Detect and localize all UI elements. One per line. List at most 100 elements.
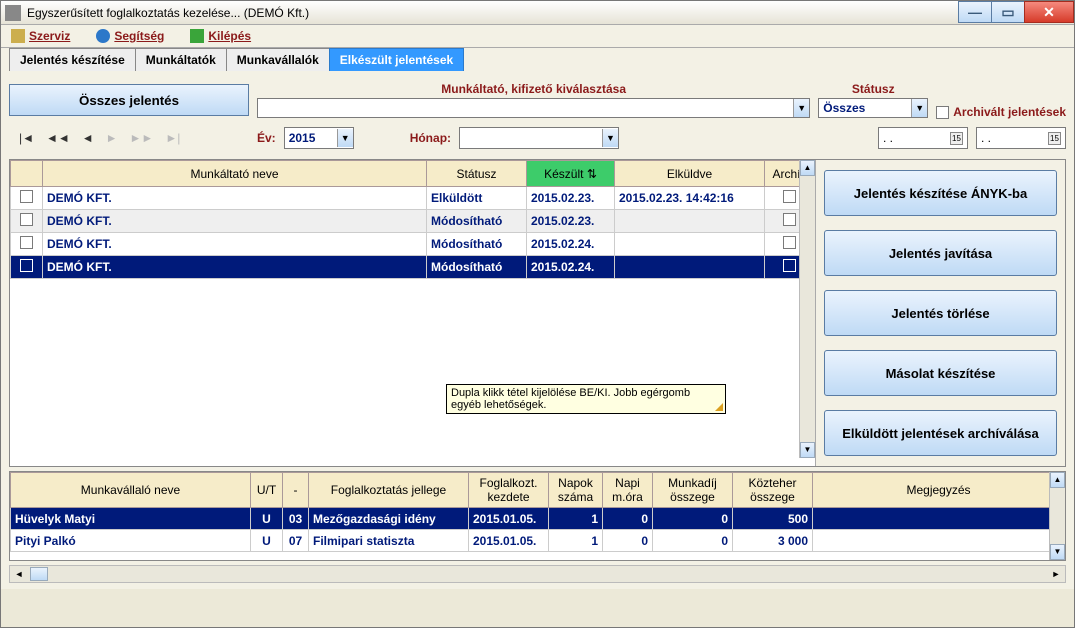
col-created[interactable]: Készült ⇅	[527, 161, 615, 187]
wrench-icon	[11, 29, 25, 43]
scroll-down-icon[interactable]: ▼	[1050, 544, 1065, 560]
col-note[interactable]: Megjegyzés	[813, 473, 1065, 508]
maximize-button[interactable]: ▭	[991, 1, 1025, 23]
month-select[interactable]: ▼	[459, 127, 619, 149]
calendar-icon[interactable]: 15	[1048, 132, 1061, 145]
scroll-right-icon[interactable]: ►	[1047, 569, 1065, 579]
checkbox-icon[interactable]	[783, 190, 796, 203]
tab-munkaltatok[interactable]: Munkáltatók	[135, 48, 227, 71]
archived-checkbox[interactable]	[936, 106, 949, 119]
scroll-up-icon[interactable]: ▲	[1050, 472, 1065, 488]
nav-prev-icon[interactable]: ◄	[82, 131, 94, 145]
date-to-input[interactable]: . . 15	[976, 127, 1066, 149]
row-checkbox-cell[interactable]	[11, 256, 43, 279]
table-row[interactable]: DEMÓ KFT.Elküldött2015.02.23.2015.02.23.…	[11, 187, 815, 210]
col-hours[interactable]: Napi m.óra	[603, 473, 653, 508]
cell: 3 000	[733, 530, 813, 552]
cell-created: 2015.02.24.	[527, 233, 615, 256]
table-row[interactable]: DEMÓ KFT.Módosítható2015.02.23.	[11, 210, 815, 233]
tab-munkavallalok[interactable]: Munkavállalók	[226, 48, 330, 71]
cell: 2015.01.05.	[469, 508, 549, 530]
year-select[interactable]: 2015▼	[284, 127, 354, 149]
month-label: Hónap:	[410, 131, 451, 145]
checkbox-icon[interactable]	[20, 259, 33, 272]
tab-elkeszult-jelentesek[interactable]: Elkészült jelentések	[329, 48, 464, 71]
nav-next-icon[interactable]: ►	[106, 131, 118, 145]
content-area: Összes jelentés Munkáltató, kifizető kiv…	[1, 71, 1074, 589]
nav-first-icon[interactable]: |◄	[19, 131, 34, 145]
row-checkbox-cell[interactable]	[11, 187, 43, 210]
btn-delete-report[interactable]: Jelentés törlése	[824, 290, 1057, 336]
nav-next-page-icon[interactable]: ►►	[130, 131, 154, 145]
cell-employer: DEMÓ KFT.	[43, 187, 427, 210]
checkbox-icon[interactable]	[20, 213, 33, 226]
record-nav: |◄ ◄◄ ◄ ► ►► ►|	[9, 131, 249, 145]
checkbox-icon[interactable]	[20, 236, 33, 249]
filter-row-2: |◄ ◄◄ ◄ ► ►► ►| Év: 2015▼ Hónap: ▼ . . 1…	[9, 123, 1066, 153]
all-reports-button[interactable]: Összes jelentés	[9, 84, 249, 116]
checkbox-icon[interactable]	[783, 213, 796, 226]
table-row[interactable]: Hüvelyk MatyiU03Mezőgazdasági idény2015.…	[11, 508, 1065, 530]
cell: 1	[549, 530, 603, 552]
cell-created: 2015.02.23.	[527, 210, 615, 233]
btn-archive-sent[interactable]: Elküldött jelentések archíválása	[824, 410, 1057, 456]
table-row[interactable]: DEMÓ KFT.Módosítható2015.02.24.	[11, 233, 815, 256]
chevron-down-icon: ▼	[911, 99, 927, 117]
window-controls: — ▭ ✕	[959, 1, 1074, 23]
cell: 0	[653, 530, 733, 552]
table-row[interactable]: DEMÓ KFT.Módosítható2015.02.24.	[11, 256, 815, 279]
table-row[interactable]: Pityi PalkóU07Filmipari statiszta2015.01…	[11, 530, 1065, 552]
nav-last-icon[interactable]: ►|	[165, 131, 180, 145]
cell	[813, 508, 1065, 530]
col-dash[interactable]: -	[283, 473, 309, 508]
checkbox-icon[interactable]	[783, 259, 796, 272]
cell-status: Elküldött	[427, 187, 527, 210]
vertical-scrollbar[interactable]: ▲ ▼	[1049, 472, 1065, 560]
cell: Filmipari statiszta	[309, 530, 469, 552]
vertical-scrollbar[interactable]: ▲ ▼	[799, 160, 815, 458]
col-check[interactable]	[11, 161, 43, 187]
sort-icon: ⇅	[587, 167, 597, 181]
btn-make-anyk[interactable]: Jelentés készítése ÁNYK-ba	[824, 170, 1057, 216]
btn-edit-report[interactable]: Jelentés javítása	[824, 230, 1057, 276]
tab-bar: Jelentés készítése Munkáltatók Munkaváll…	[1, 48, 1074, 71]
btn-copy-report[interactable]: Másolat készítése	[824, 350, 1057, 396]
col-tax[interactable]: Közteher összege	[733, 473, 813, 508]
tab-jelentes-keszitese[interactable]: Jelentés készítése	[9, 48, 136, 71]
row-checkbox-cell[interactable]	[11, 233, 43, 256]
col-wage[interactable]: Munkadíj összege	[653, 473, 733, 508]
menu-kilepes[interactable]: Kilépés	[190, 29, 251, 43]
chevron-down-icon: ▼	[793, 99, 809, 117]
col-emp-type[interactable]: Foglalkoztatás jellege	[309, 473, 469, 508]
status-select[interactable]: Összes▼	[818, 98, 928, 118]
col-start[interactable]: Foglalkozt. kezdete	[469, 473, 549, 508]
horizontal-scrollbar[interactable]: ◄ ►	[9, 565, 1066, 583]
scroll-down-icon[interactable]: ▼	[800, 442, 815, 458]
col-emp-name[interactable]: Munkavállaló neve	[11, 473, 251, 508]
calendar-icon[interactable]: 15	[950, 132, 963, 145]
filter-row-1: Összes jelentés Munkáltató, kifizető kiv…	[9, 77, 1066, 123]
cell-sent	[615, 210, 765, 233]
close-button[interactable]: ✕	[1024, 1, 1074, 23]
cell: U	[251, 530, 283, 552]
col-days[interactable]: Napok száma	[549, 473, 603, 508]
cell-sent: 2015.02.23. 14:42:16	[615, 187, 765, 210]
checkbox-icon[interactable]	[20, 190, 33, 203]
col-ut[interactable]: U/T	[251, 473, 283, 508]
scroll-left-icon[interactable]: ◄	[10, 569, 28, 579]
menu-szerviz[interactable]: Szerviz	[11, 29, 70, 43]
scroll-thumb[interactable]	[30, 567, 48, 581]
minimize-button[interactable]: —	[958, 1, 992, 23]
menu-segitseg[interactable]: Segítség	[96, 29, 164, 43]
checkbox-icon[interactable]	[783, 236, 796, 249]
row-checkbox-cell[interactable]	[11, 210, 43, 233]
menubar: Szerviz Segítség Kilépés	[1, 25, 1074, 48]
scroll-up-icon[interactable]: ▲	[800, 160, 815, 176]
date-from-input[interactable]: . . 15	[878, 127, 968, 149]
main-split: Munkáltató neve Státusz Készült ⇅ Elküld…	[9, 159, 1066, 467]
col-employer-name[interactable]: Munkáltató neve	[43, 161, 427, 187]
col-status[interactable]: Státusz	[427, 161, 527, 187]
col-sent[interactable]: Elküldve	[615, 161, 765, 187]
nav-prev-page-icon[interactable]: ◄◄	[46, 131, 70, 145]
employer-select[interactable]: ▼	[257, 98, 810, 118]
